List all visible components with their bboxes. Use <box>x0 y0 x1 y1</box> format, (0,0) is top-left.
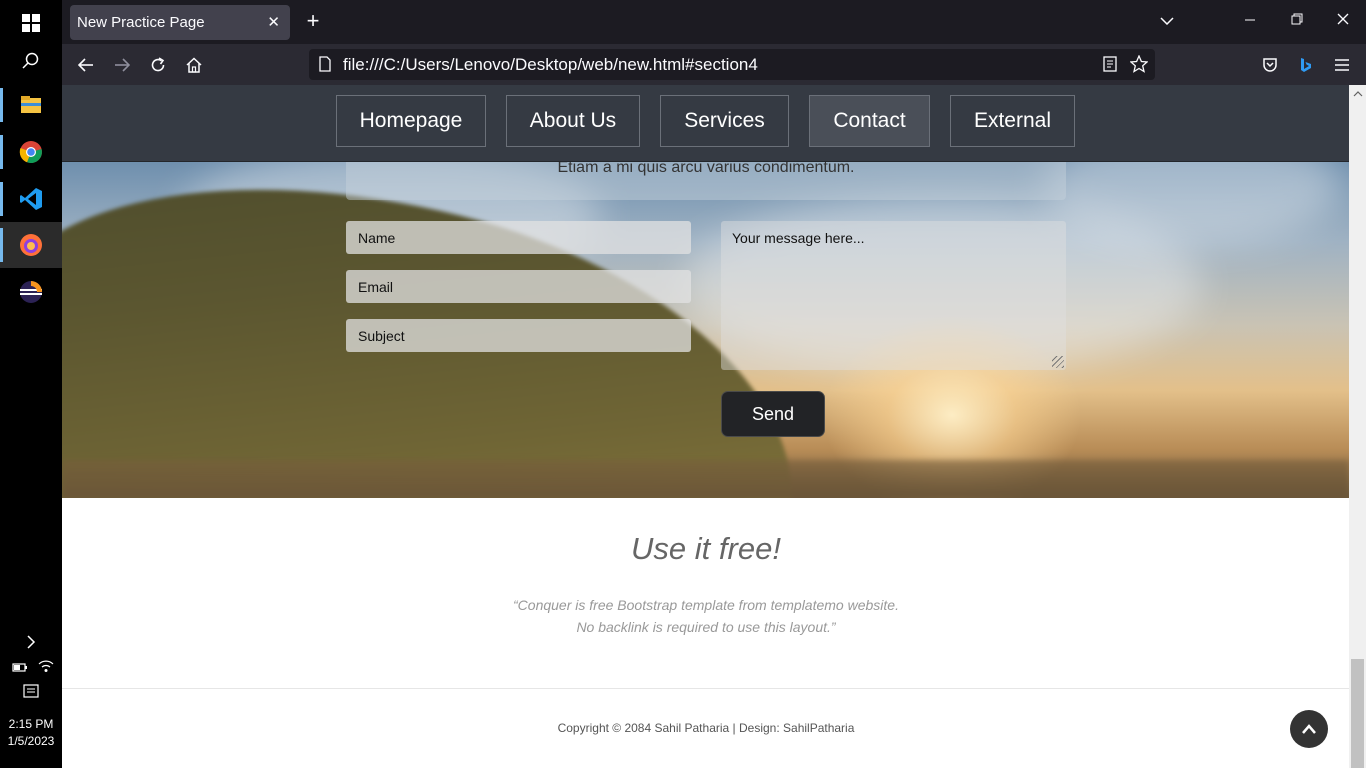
clock-date: 1/5/2023 <box>7 734 55 748</box>
hamburger-menu-icon <box>1335 59 1349 71</box>
quote-line-2: No backlink is required to use this layo… <box>576 619 836 635</box>
subject-input[interactable]: Subject <box>346 319 691 352</box>
email-input[interactable]: Email <box>346 270 691 303</box>
folder-icon <box>21 96 41 113</box>
footer-divider <box>62 688 1349 689</box>
message-textarea[interactable]: Your message here... <box>721 221 1066 370</box>
new-tab-button[interactable]: + <box>302 10 324 32</box>
wifi-icon[interactable] <box>38 659 54 678</box>
bookmark-star-icon <box>1130 55 1148 73</box>
eclipse-button[interactable] <box>0 269 62 315</box>
pinned-indicator <box>0 88 3 122</box>
page-viewport: Etiam a mi quis arcu varius condimentum.… <box>62 85 1349 768</box>
reload-icon <box>151 57 165 72</box>
chevron-right-icon <box>27 635 36 649</box>
tab-new-practice-page[interactable]: New Practice Page ✕ <box>70 5 290 40</box>
back-to-top-button[interactable] <box>1290 710 1328 748</box>
footer-copyright: Copyright © 2084 Sahil Patharia | Design… <box>557 721 855 735</box>
site-navbar: Homepage About Us Services Contact Exter… <box>62 85 1349 162</box>
menu-button[interactable] <box>1330 53 1354 77</box>
battery-icon[interactable] <box>12 660 28 678</box>
browser-tab-bar: New Practice Page ✕ + <box>62 0 1366 44</box>
name-input[interactable]: Name <box>346 221 691 254</box>
chevron-up-icon <box>1353 90 1362 96</box>
pocket-icon <box>1263 58 1277 72</box>
vscode-icon <box>20 188 42 210</box>
system-clock[interactable]: 2:15 PM 1/5/2023 <box>0 716 62 750</box>
reload-button[interactable] <box>146 53 170 77</box>
browser-toolbar: file:///C:/Users/Lenovo/Desktop/web/new.… <box>62 44 1366 85</box>
minimize-button[interactable] <box>1235 12 1265 29</box>
back-arrow-icon <box>78 58 93 72</box>
windows-icon <box>22 14 40 32</box>
page-scrollbar[interactable] <box>1349 85 1366 768</box>
url-text: file:///C:/Users/Lenovo/Desktop/web/new.… <box>343 55 758 74</box>
nav-homepage[interactable]: Homepage <box>336 95 486 147</box>
search-icon <box>22 52 39 69</box>
list-all-tabs-button[interactable] <box>1152 12 1182 29</box>
home-icon <box>186 57 202 73</box>
windows-taskbar: 2:15 PM 1/5/2023 <box>0 0 62 768</box>
background-ground <box>62 460 1349 498</box>
send-button[interactable]: Send <box>721 391 825 437</box>
vscode-button[interactable] <box>0 176 62 222</box>
back-button[interactable] <box>74 53 98 77</box>
restore-button[interactable] <box>1282 12 1312 29</box>
nav-about-us[interactable]: About Us <box>506 95 640 147</box>
search-button[interactable] <box>0 38 62 84</box>
forward-arrow-icon <box>115 58 130 72</box>
scrollbar-thumb[interactable] <box>1351 659 1364 768</box>
bing-extension-button[interactable] <box>1294 53 1318 77</box>
minimize-icon <box>1245 19 1255 21</box>
close-icon <box>1337 13 1349 25</box>
use-it-free-heading: Use it free! <box>631 531 781 566</box>
clock-time: 2:15 PM <box>8 717 54 731</box>
file-explorer-button[interactable] <box>0 82 62 128</box>
notification-icon[interactable] <box>23 684 39 705</box>
address-bar[interactable]: file:///C:/Users/Lenovo/Desktop/web/new.… <box>309 49 1155 80</box>
pinned-indicator <box>0 228 3 262</box>
quote-line-1: “Conquer is free Bootstrap template from… <box>513 597 899 613</box>
chrome-icon <box>19 141 42 164</box>
chevron-down-icon <box>1160 17 1174 26</box>
message-placeholder: Your message here... <box>732 230 865 246</box>
chrome-button[interactable] <box>0 129 62 175</box>
scroll-up-arrow[interactable] <box>1349 85 1366 102</box>
nav-services[interactable]: Services <box>660 95 789 147</box>
pinned-indicator <box>0 135 3 169</box>
pinned-indicator <box>0 182 3 216</box>
firefox-button[interactable] <box>0 222 62 268</box>
nav-contact[interactable]: Contact <box>809 95 930 147</box>
chevron-up-icon <box>1302 724 1316 734</box>
nav-external[interactable]: External <box>950 95 1075 147</box>
tab-title: New Practice Page <box>77 14 205 31</box>
forward-button[interactable] <box>110 53 134 77</box>
resize-handle[interactable] <box>1052 356 1064 368</box>
eclipse-icon <box>20 281 42 303</box>
file-icon <box>319 56 331 72</box>
home-button[interactable] <box>182 53 206 77</box>
close-window-button[interactable] <box>1328 12 1358 29</box>
bing-icon <box>1301 58 1311 72</box>
close-tab-icon[interactable]: ✕ <box>267 13 280 31</box>
pocket-button[interactable] <box>1258 53 1282 77</box>
reader-view-icon <box>1103 56 1117 72</box>
restore-icon <box>1291 13 1303 25</box>
firefox-icon <box>20 234 42 256</box>
